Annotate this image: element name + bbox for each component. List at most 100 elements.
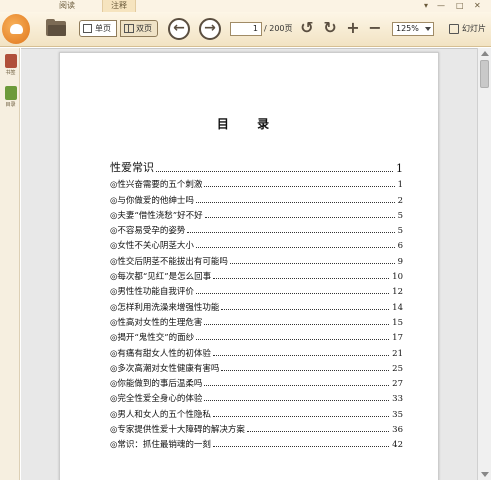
close-icon[interactable]: ✕	[474, 1, 481, 11]
toolbar: 单页 双页 ← → 1 / 200页 ↺ ↻ + − 125% 幻灯片	[0, 12, 491, 47]
toc-entry-page: 15	[392, 317, 403, 328]
toc-entry[interactable]: ◎专家提供性爱十大障碍的解决方案 36	[110, 420, 403, 435]
app-logo-icon[interactable]	[2, 14, 30, 44]
toc-entry-label: ◎不容易受孕的姿势	[110, 226, 186, 237]
toc-entry-leader	[195, 201, 395, 203]
slideshow-icon	[449, 24, 459, 34]
single-page-button[interactable]: 单页	[79, 20, 117, 37]
zoom-in-icon[interactable]: +	[345, 20, 361, 36]
toc-entry-label: ◎揭开“鬼性交”的面纱	[110, 333, 195, 344]
minimize-icon[interactable]: —	[437, 1, 445, 11]
toc-title: 目 录	[216, 117, 282, 131]
zoom-level: 125%	[396, 24, 419, 33]
toc-entry[interactable]: ◎有痛有甜女人性的初体验 21	[110, 343, 403, 359]
chevron-down-icon	[425, 27, 431, 31]
sidebar-item-toc[interactable]: 目录	[2, 86, 19, 108]
maximize-icon[interactable]: □	[456, 1, 464, 11]
toc-entry-leader	[204, 323, 390, 325]
toc-entry-page: 27	[392, 379, 403, 390]
toc-entry-page: 17	[392, 333, 403, 344]
toc-entry[interactable]: ◎性交后阴茎不能拔出有可能吗 9	[110, 251, 403, 267]
sidebar-item-bookmarks[interactable]: 书签	[2, 54, 19, 76]
scroll-up-icon[interactable]	[481, 51, 489, 56]
toc-entry[interactable]: ◎夫妻“借性浇愁”好不好 5	[110, 206, 403, 221]
toc-entry-label: ◎完全性爱全身心的体验	[110, 394, 203, 405]
toc-entry[interactable]: 性爱常识 1	[110, 158, 403, 175]
toc-entry-label: 性爱常识	[110, 161, 154, 174]
toc-entry-page: 35	[392, 409, 403, 420]
toc-entry[interactable]: ◎每次都“见红”是怎么回事 10	[110, 267, 403, 282]
rotate-left-icon[interactable]: ↺	[299, 20, 315, 36]
toc-entry[interactable]: ◎男性性功能自我评价 12	[110, 282, 403, 297]
toc-entry-page: 6	[397, 241, 403, 252]
toc-entry-label: ◎性高对女性的生理危害	[110, 317, 203, 328]
rotate-right-icon[interactable]: ↻	[322, 20, 338, 36]
reading-area[interactable]: 目 录 性爱常识 1 ◎性兴奋需要的五个刺激 1 ◎与你做爱的他绅士吗 2 ◎夫妻“借性浇愁…	[21, 48, 477, 480]
toc-entry-leader	[212, 415, 390, 417]
toc-entry-leader	[221, 308, 390, 310]
toc-entry[interactable]: ◎女性不关心阴茎大小 6	[110, 236, 403, 251]
toc-entry-label: ◎怎样利用洗澡来增强性功能	[110, 302, 220, 313]
toc-entry[interactable]: ◎与你做爱的他绅士吗 2	[110, 190, 403, 206]
back-arrow-icon[interactable]: ←	[168, 18, 190, 40]
single-page-label: 单页	[95, 24, 111, 33]
sidebar-item-label: 目录	[5, 102, 16, 108]
toc-entry-leader	[187, 232, 395, 234]
toc-entry-page: 9	[397, 256, 403, 267]
toc-entry-label: ◎与你做爱的他绅士吗	[110, 195, 194, 206]
toc-entry[interactable]: ◎完全性爱全身心的体验 33	[110, 389, 403, 404]
open-folder-icon[interactable]	[46, 19, 66, 36]
toc-entry-label: ◎男性性功能自我评价	[110, 287, 194, 298]
scrollbar-thumb[interactable]	[480, 60, 489, 88]
slideshow-label: 幻灯片	[462, 24, 486, 33]
tab-annotate[interactable]: 注释	[102, 0, 136, 12]
toc-entry-page: 14	[392, 302, 403, 313]
toc-entry[interactable]: ◎常识：抓住最销魂的一刻 42	[110, 435, 403, 450]
toc-entry-leader	[212, 446, 390, 448]
toc-entry-page: 21	[392, 348, 403, 359]
toc-entry-leader	[204, 186, 395, 188]
toc-entry-leader	[229, 262, 395, 264]
toc-entry[interactable]: ◎性高对女性的生理危害 15	[110, 313, 403, 328]
toc-entry-label: ◎每次都“见红”是怎么回事	[110, 272, 212, 283]
sidebar-item-label: 书签	[5, 70, 16, 76]
scroll-down-icon[interactable]	[481, 472, 489, 477]
toc-entry[interactable]: ◎男人和女人的五个性隐私 35	[110, 404, 403, 420]
toc-entry-page: 5	[397, 226, 403, 237]
toc-entry-label: ◎夫妻“借性浇愁”好不好	[110, 210, 203, 221]
page-number-input[interactable]: 1	[230, 22, 262, 36]
toc-entry-label: ◎性交后阴茎不能拔出有可能吗	[110, 256, 228, 267]
forward-arrow-icon[interactable]: →	[199, 18, 221, 40]
toc-icon	[4, 86, 17, 100]
toc-entry[interactable]: ◎不容易受孕的姿势 5	[110, 221, 403, 236]
toc-entry-page: 42	[392, 440, 403, 451]
toc-entry[interactable]: ◎性兴奋需要的五个刺激 1	[110, 175, 403, 190]
page-total: / 200页	[264, 24, 293, 33]
toc-entry[interactable]: ◎揭开“鬼性交”的面纱 17	[110, 328, 403, 343]
zoom-out-icon[interactable]: −	[367, 20, 383, 36]
toc-entry-label: ◎女性不关心阴茎大小	[110, 241, 194, 252]
toc-entry-label: ◎你能做到的事后温柔吗	[110, 379, 203, 390]
zoom-select[interactable]: 125%	[392, 22, 434, 36]
toc-entry-page: 5	[397, 210, 403, 221]
toc-entry-leader	[195, 247, 395, 249]
toc-entry-label: ◎专家提供性爱十大障碍的解决方案	[110, 425, 245, 436]
toc-entry-page: 1	[397, 180, 403, 191]
toc-entry-label: ◎有痛有甜女人性的初体验	[110, 348, 211, 359]
toc-entry-page: 12	[392, 287, 403, 298]
document-page: 目 录 性爱常识 1 ◎性兴奋需要的五个刺激 1 ◎与你做爱的他绅士吗 2 ◎夫妻“借性浇愁…	[59, 52, 439, 480]
double-page-button[interactable]: 双页	[120, 20, 158, 37]
slideshow-button[interactable]: 幻灯片	[449, 22, 486, 36]
tab-read[interactable]: 阅读	[52, 0, 82, 12]
toc-entry-page: 1	[396, 162, 403, 175]
vertical-scrollbar[interactable]	[477, 48, 491, 480]
menu-icon[interactable]: ▾	[424, 1, 428, 11]
toc-entry[interactable]: ◎你能做到的事后温柔吗 27	[110, 374, 403, 389]
toc-entry[interactable]: ◎多次高潮对女性健康有害吗 25	[110, 359, 403, 374]
toc-entry-page: 36	[392, 425, 403, 436]
toc-entry[interactable]: ◎怎样利用洗澡来增强性功能 14	[110, 297, 403, 313]
toc-entry-label: ◎性兴奋需要的五个刺激	[110, 180, 203, 191]
toc-entry-page: 33	[392, 394, 403, 405]
double-page-label: 双页	[136, 24, 152, 33]
toc-entry-leader	[213, 278, 390, 280]
